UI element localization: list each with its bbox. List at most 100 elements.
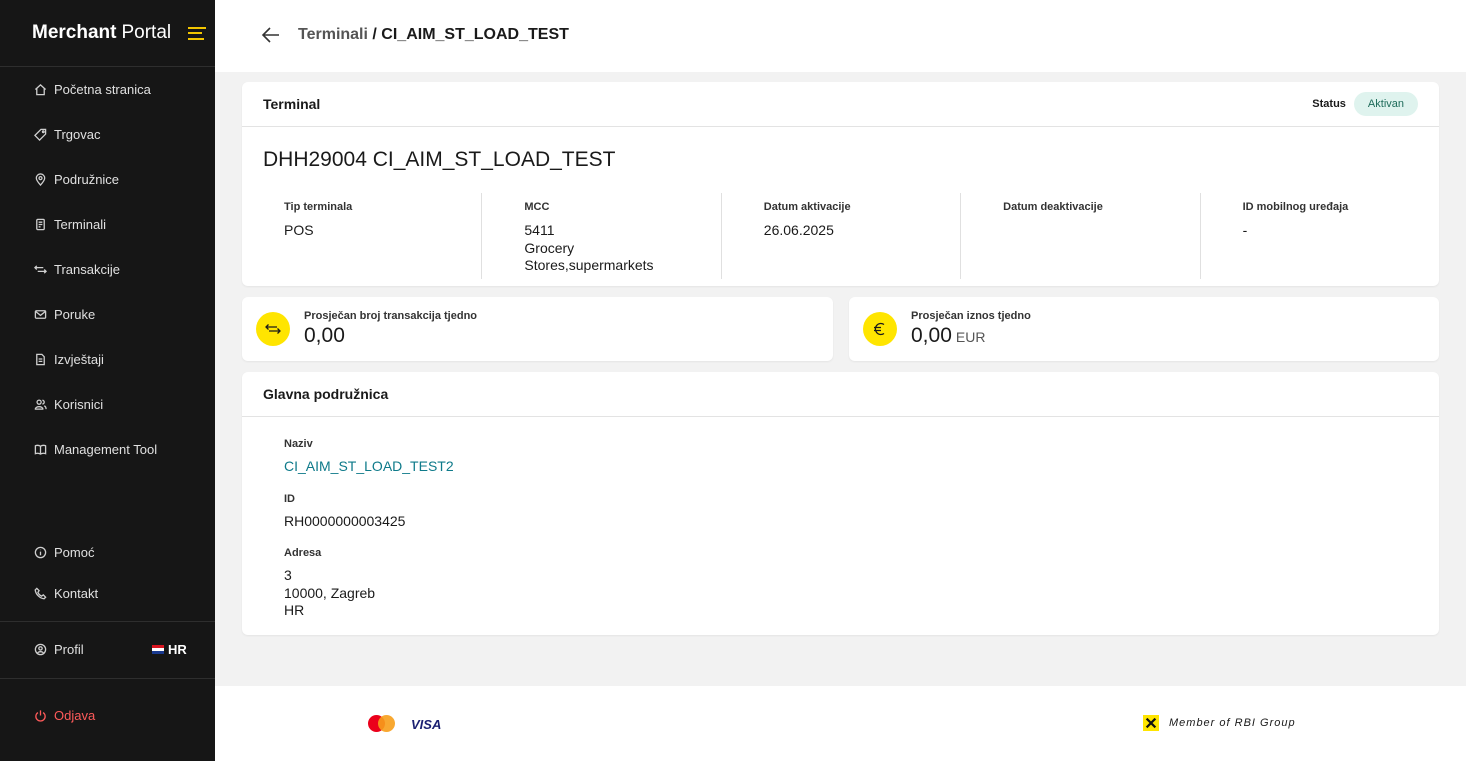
field-label: MCC xyxy=(524,201,550,213)
stat-label: Prosječan broj transakcija tjedno xyxy=(304,310,478,322)
branch-name-link[interactable]: CI_AIM_ST_LOAD_TEST2 xyxy=(284,458,454,476)
sidebar-item-transactions[interactable]: Transakcije xyxy=(33,262,120,277)
logout-button[interactable]: Odjava xyxy=(33,708,95,723)
phone-icon xyxy=(33,587,47,601)
breadcrumb-parent-link[interactable]: Terminali xyxy=(298,26,368,43)
field-terminal-type: Tip terminala POS xyxy=(242,193,481,279)
sidebar-item-label: Trgovac xyxy=(54,127,101,142)
branch-address-label: Adresa xyxy=(284,547,322,559)
back-arrow-icon[interactable] xyxy=(260,24,282,46)
brand: Merchant Portal xyxy=(0,0,215,67)
branch-address: 3 10000, Zagreb HR xyxy=(284,567,454,620)
breadcrumb: Terminali / CI_AIM_ST_LOAD_TEST xyxy=(298,26,569,44)
sidebar-item-label: Podružnice xyxy=(54,172,120,187)
language-switcher[interactable]: HR xyxy=(152,642,187,657)
sidebar-item-terminals[interactable]: Terminali xyxy=(33,217,106,232)
address-line: 3 xyxy=(284,567,292,583)
document-icon xyxy=(33,353,47,367)
sidebar-item-label: Management Tool xyxy=(54,442,158,457)
visa-logo: VISA xyxy=(411,717,442,732)
raiffeisen-logo-icon xyxy=(1143,715,1159,731)
terminal-icon xyxy=(33,218,47,232)
status-badge: Aktivan xyxy=(1353,92,1418,116)
field-value: 26.06.2025 xyxy=(763,222,834,238)
status-label: Status xyxy=(1312,98,1346,110)
sidebar-item-label: Kontakt xyxy=(54,586,99,601)
book-icon xyxy=(33,443,47,457)
terminal-card: Terminal Status Aktivan DHH29004 CI_AIM_… xyxy=(242,82,1439,286)
sidebar-item-help[interactable]: Pomoć xyxy=(33,545,94,560)
euro-icon xyxy=(863,312,897,346)
stat-value: 0,00 xyxy=(304,324,345,347)
field-value: 5411 Grocery Stores,supermarkets xyxy=(524,222,654,273)
field-value: - xyxy=(1242,222,1248,238)
mastercard-logo-icon xyxy=(368,715,396,732)
field-activation-date: Datum aktivacije 26.06.2025 xyxy=(720,193,960,279)
users-icon xyxy=(33,398,47,412)
branch-id-label: ID xyxy=(284,492,295,505)
sidebar-item-label: Profil xyxy=(54,642,84,657)
profile-icon xyxy=(33,643,47,657)
stat-value: 0,00 xyxy=(911,324,952,347)
sidebar-item-contact[interactable]: Kontakt xyxy=(33,586,98,601)
field-label: Datum deaktivacije xyxy=(1003,201,1103,213)
field-label: Datum aktivacije xyxy=(763,201,851,213)
address-line: HR xyxy=(284,602,305,618)
sidebar-item-reports[interactable]: Izvještaji xyxy=(33,352,104,367)
field-value: POS xyxy=(284,222,314,238)
power-icon xyxy=(33,709,47,723)
home-icon xyxy=(33,83,47,97)
transfer-arrows-icon xyxy=(256,312,290,346)
field-label: Tip terminala xyxy=(284,201,353,213)
sidebar-item-home[interactable]: Početna stranica xyxy=(33,82,151,97)
breadcrumb-current: CI_AIM_ST_LOAD_TEST xyxy=(381,26,569,43)
main-branch-card: Glavna podružnica Naziv CI_AIM_ST_LOAD_T… xyxy=(242,372,1439,635)
branch-id-value: RH0000000003425 xyxy=(284,512,406,529)
language-label: HR xyxy=(168,642,187,657)
sidebar-item-label: Pomoć xyxy=(54,545,95,560)
currency-unit: EUR xyxy=(955,329,986,345)
page-header: Terminali / CI_AIM_ST_LOAD_TEST xyxy=(215,0,1466,72)
avg-transactions-card: Prosječan broj transakcija tjedno 0,00 xyxy=(242,297,833,361)
tag-icon xyxy=(33,128,47,142)
brand-regular: Portal xyxy=(121,22,172,43)
terminal-title: DHH29004 CI_AIM_ST_LOAD_TEST xyxy=(263,148,616,171)
sidebar-item-merchant[interactable]: Trgovac xyxy=(33,127,100,142)
field-label: ID mobilnog uređaja xyxy=(1242,201,1349,213)
branch-name-label: Naziv xyxy=(284,438,313,450)
sidebar-item-label: Izvještaji xyxy=(54,352,104,367)
sidebar-item-label: Korisnici xyxy=(54,397,104,412)
divider xyxy=(0,678,215,679)
brand-bold: Merchant xyxy=(32,22,117,43)
sidebar-item-label: Terminali xyxy=(54,217,107,232)
sidebar-item-messages[interactable]: Poruke xyxy=(33,307,95,322)
status: Status Aktivan xyxy=(1312,92,1418,116)
sidebar: Merchant Portal Početna stranica Trgovac… xyxy=(0,0,215,761)
rbi-member-text: Member of RBI Group xyxy=(1169,717,1296,729)
stat-label: Prosječan iznos tjedno xyxy=(911,310,1031,322)
terminal-card-header: Terminal Status Aktivan xyxy=(242,82,1439,127)
mail-icon xyxy=(33,308,47,322)
card-title: Glavna podružnica xyxy=(263,386,389,402)
field-deactivation-date: Datum deaktivacije xyxy=(960,193,1199,279)
menu-toggle-icon[interactable] xyxy=(188,26,207,40)
sidebar-item-branches[interactable]: Podružnice xyxy=(33,172,119,187)
sidebar-item-label: Početna stranica xyxy=(54,82,151,97)
breadcrumb-separator: / xyxy=(367,26,382,43)
sidebar-item-profile[interactable]: Profil xyxy=(33,642,84,657)
rbi-member-badge: Member of RBI Group xyxy=(1143,715,1296,731)
address-line: 10000, Zagreb xyxy=(284,584,376,601)
footer: VISA Member of RBI Group xyxy=(215,686,1466,761)
branch-card-header: Glavna podružnica xyxy=(242,372,1439,417)
sidebar-item-management-tool[interactable]: Management Tool xyxy=(33,442,157,457)
field-mcc: MCC 5411 Grocery Stores,supermarkets xyxy=(481,193,720,279)
sidebar-item-users[interactable]: Korisnici xyxy=(33,397,103,412)
avg-amount-card: Prosječan iznos tjedno 0,00 EUR xyxy=(849,297,1439,361)
sidebar-item-label: Poruke xyxy=(54,307,96,322)
arrows-icon xyxy=(33,263,47,277)
divider xyxy=(0,621,215,622)
sidebar-item-label: Transakcije xyxy=(54,262,120,277)
terminal-fields: Tip terminala POS MCC 5411 Grocery Store… xyxy=(242,193,1439,279)
logout-label: Odjava xyxy=(54,708,96,723)
branch-details: Naziv CI_AIM_ST_LOAD_TEST2 ID RH00000000… xyxy=(284,438,454,620)
